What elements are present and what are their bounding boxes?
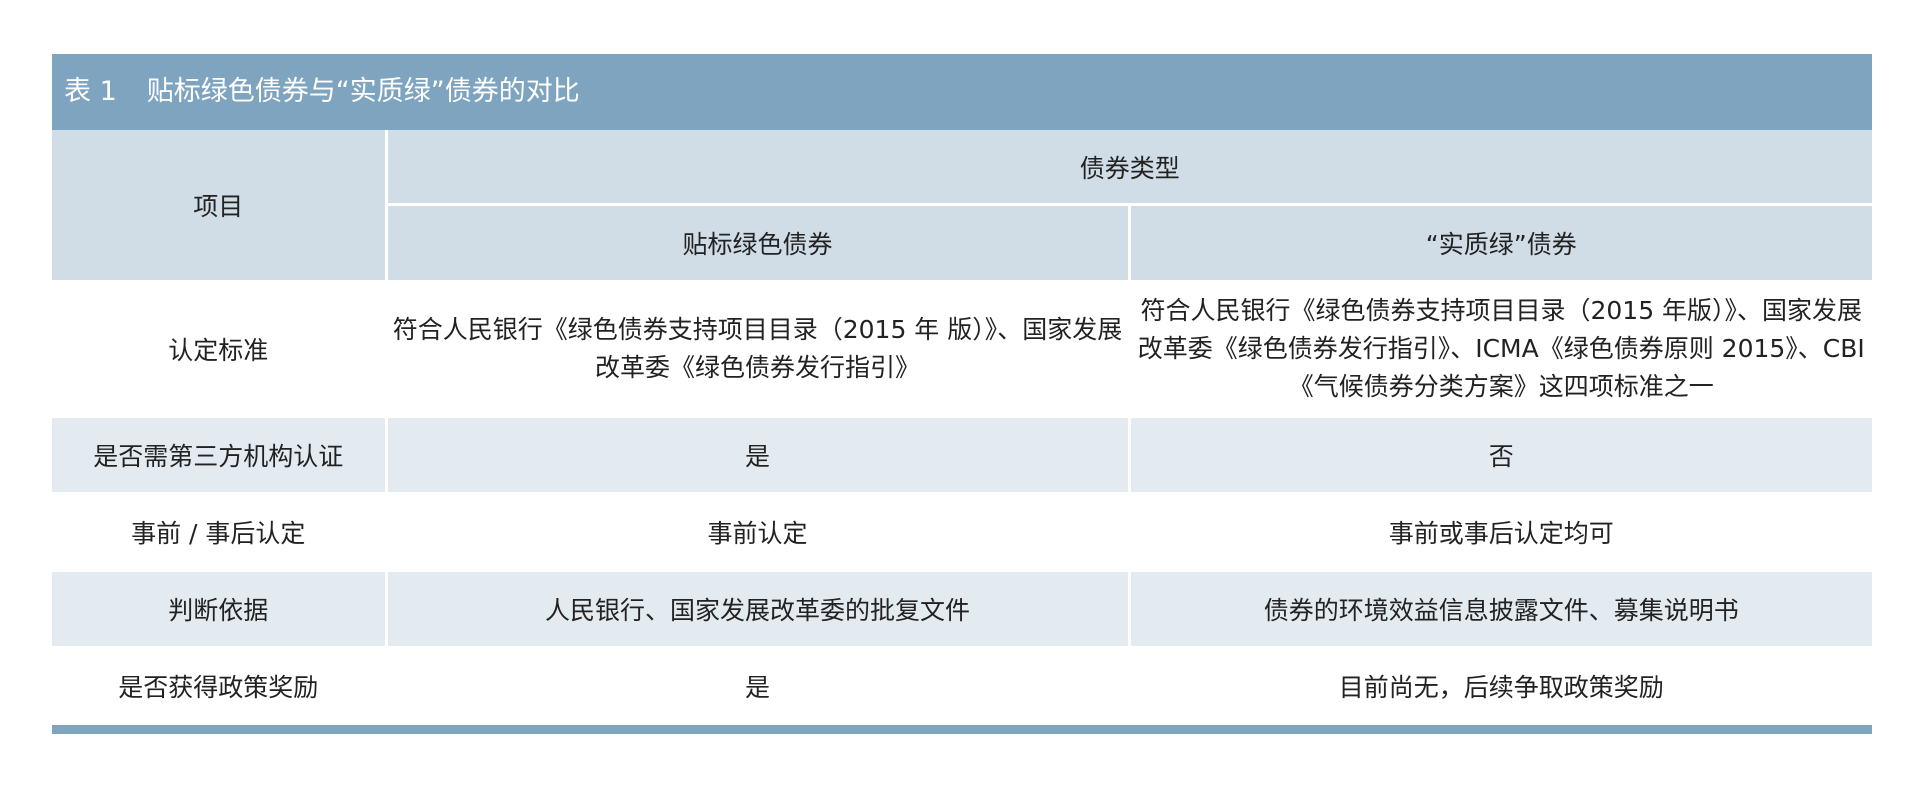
table-row: 是否获得政策奖励 是 目前尚无，后续争取政策奖励 (52, 647, 1873, 726)
cell-substantive: 事前或事后认定均可 (1129, 493, 1873, 572)
row-item-label: 是否获得政策奖励 (52, 647, 388, 726)
comparison-table: 项目 债券类型 贴标绿色债券 “实质绿”债券 认定标准 符合人民银行《绿色债券支… (52, 130, 1873, 726)
cell-substantive: 否 (1129, 416, 1873, 495)
header-item: 项目 (52, 130, 388, 283)
cell-substantive: 债券的环境效益信息披露文件、募集说明书 (1129, 570, 1873, 649)
row-item-label: 是否需第三方机构认证 (52, 416, 388, 495)
cell-labeled: 是 (386, 647, 1131, 726)
cell-substantive: 符合人民银行《绿色债券支持项目目录（2015 年版）》、国家发展改革委《绿色债券… (1129, 281, 1873, 418)
table-title: 贴标绿色债券与“实质绿”债券的对比 (146, 76, 580, 107)
row-item-label: 判断依据 (52, 570, 388, 649)
cell-substantive: 目前尚无，后续争取政策奖励 (1129, 647, 1873, 726)
table-row: 是否需第三方机构认证 是 否 (52, 416, 1873, 495)
cell-labeled: 是 (386, 416, 1131, 495)
row-item-label: 认定标准 (52, 281, 388, 418)
cell-labeled: 符合人民银行《绿色债券支持项目目录（2015 年 版）》、国家发展改革委《绿色债… (386, 281, 1131, 418)
header-bond-type: 债券类型 (386, 130, 1873, 206)
header-substantive-green-bond: “实质绿”债券 (1129, 204, 1873, 283)
table-bottom-rule (52, 725, 1872, 734)
cell-labeled: 人民银行、国家发展改革委的批复文件 (386, 570, 1131, 649)
row-item-label: 事前 / 事后认定 (52, 493, 388, 572)
comparison-table-container: 表 1 贴标绿色债券与“实质绿”债券的对比 项目 债券类型 贴标绿色债券 “实质绿… (52, 54, 1873, 734)
table-row: 判断依据 人民银行、国家发展改革委的批复文件 债券的环境效益信息披露文件、募集说… (52, 570, 1873, 649)
cell-labeled: 事前认定 (386, 493, 1131, 572)
header-labeled-green-bond: 贴标绿色债券 (386, 204, 1131, 283)
table-row: 事前 / 事后认定 事前认定 事前或事后认定均可 (52, 493, 1873, 572)
table-number: 表 1 (64, 76, 117, 107)
header-row-1: 项目 债券类型 (52, 130, 1873, 283)
table-title-bar: 表 1 贴标绿色债券与“实质绿”债券的对比 (52, 54, 1872, 130)
table-row: 认定标准 符合人民银行《绿色债券支持项目目录（2015 年 版）》、国家发展改革… (52, 281, 1873, 418)
